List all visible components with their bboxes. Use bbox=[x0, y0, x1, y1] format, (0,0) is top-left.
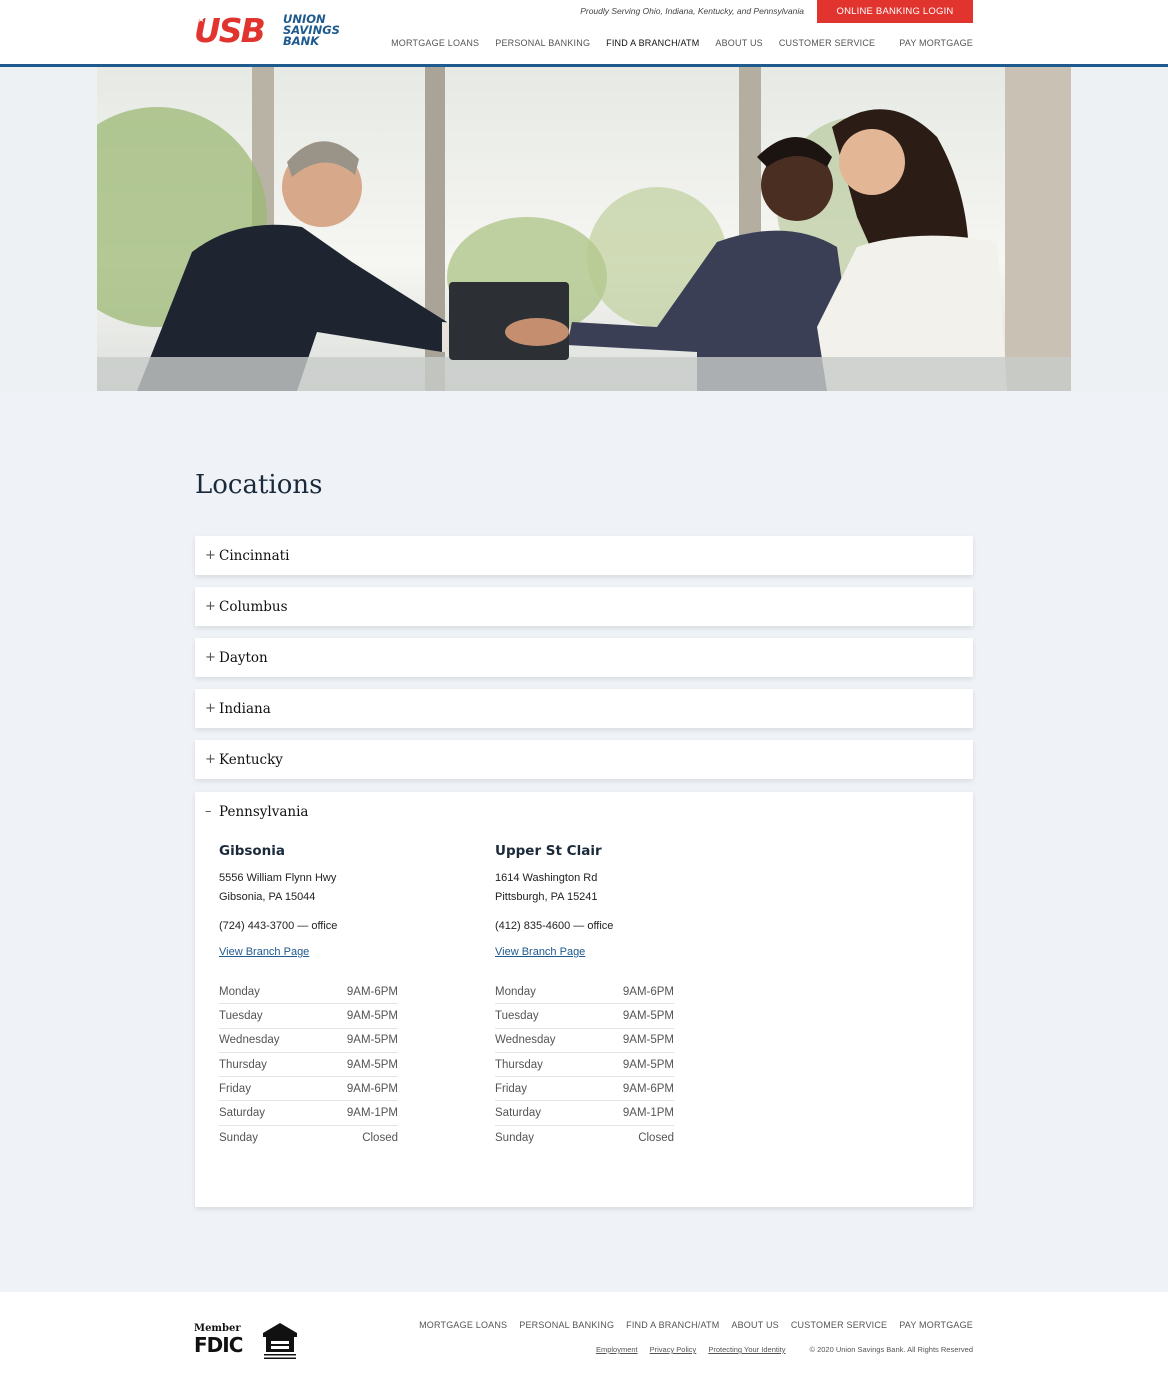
branch-address-line2: Pittsburgh, PA 15241 bbox=[495, 891, 598, 903]
hours-row: Saturday 9AM-1PM bbox=[219, 1101, 398, 1126]
plus-icon: + bbox=[205, 548, 216, 563]
accordion-cincinnati: + Cincinnati bbox=[195, 536, 973, 575]
hours-row: Friday 9AM-6PM bbox=[219, 1077, 398, 1102]
footer-nav-find-branch-atm[interactable]: FIND A BRANCH/ATM bbox=[626, 1320, 719, 1330]
accordion-header-columbus[interactable]: + Columbus bbox=[195, 587, 973, 626]
accordion-header-dayton[interactable]: + Dayton bbox=[195, 638, 973, 677]
hours-row: Wednesday 9AM-5PM bbox=[495, 1029, 674, 1053]
nav-customer-service[interactable]: CUSTOMER SERVICE bbox=[779, 38, 875, 48]
accordion-columbus: + Columbus bbox=[195, 587, 973, 626]
accordion-header-kentucky[interactable]: + Kentucky bbox=[195, 740, 973, 779]
fdic-logo: Member FDIC bbox=[194, 1323, 243, 1357]
branch-gibsonia: Gibsonia 5556 William Flynn Hwy Gibsonia… bbox=[219, 843, 398, 1150]
footer-nav-about-us[interactable]: ABOUT US bbox=[731, 1320, 778, 1330]
footer-nav-personal-banking[interactable]: PERSONAL BANKING bbox=[519, 1320, 614, 1330]
footer-nav: MORTGAGE LOANS PERSONAL BANKING FIND A B… bbox=[407, 1320, 973, 1330]
hours-row: Sunday Closed bbox=[219, 1131, 398, 1144]
hero-image bbox=[97, 67, 1071, 391]
footer-nav-pay-mortgage[interactable]: PAY MORTGAGE bbox=[899, 1320, 973, 1330]
accordion-dayton: + Dayton bbox=[195, 638, 973, 677]
footer-nav-customer-service[interactable]: CUSTOMER SERVICE bbox=[791, 1320, 887, 1330]
branch-phone: (724) 443-3700 — office bbox=[219, 920, 338, 932]
branch-name: Gibsonia bbox=[219, 843, 286, 859]
plus-icon: + bbox=[205, 599, 216, 614]
hours-row: Saturday 9AM-1PM bbox=[495, 1101, 674, 1126]
site-header: USB ★ UNION SAVINGS BANK Proudly Serving… bbox=[0, 0, 1168, 64]
employment-link[interactable]: Employment bbox=[596, 1345, 638, 1354]
hours-row: Thursday 9AM-5PM bbox=[219, 1053, 398, 1078]
hours-row: Tuesday 9AM-5PM bbox=[495, 1004, 674, 1029]
site-footer: Member FDIC MORTGAGE LOANS PERSONAL BANK… bbox=[0, 1292, 1168, 1382]
view-branch-page-link[interactable]: View Branch Page bbox=[219, 946, 398, 958]
branch-address-line1: 1614 Washington Rd bbox=[495, 872, 598, 884]
accordion-indiana: + Indiana bbox=[195, 689, 973, 728]
accordion-header-pennsylvania[interactable]: – Pennsylvania bbox=[195, 792, 973, 831]
online-banking-login-button[interactable]: ONLINE BANKING LOGIN bbox=[817, 0, 973, 23]
service-area-tagline: Proudly Serving Ohio, Indiana, Kentucky,… bbox=[580, 6, 804, 16]
hours-row: Sunday Closed bbox=[495, 1131, 674, 1144]
hours-row: Tuesday 9AM-5PM bbox=[219, 1004, 398, 1029]
usb-logo[interactable]: USB ★ UNION SAVINGS BANK bbox=[194, 13, 344, 49]
accordion-header-indiana[interactable]: + Indiana bbox=[195, 689, 973, 728]
hours-row: Monday 9AM-6PM bbox=[219, 980, 398, 1005]
nav-personal-banking[interactable]: PERSONAL BANKING bbox=[495, 38, 590, 48]
branch-name: Upper St Clair bbox=[495, 843, 602, 859]
accordion-label: Pennsylvania bbox=[219, 803, 309, 820]
footer-legal-links: Employment Privacy Policy Protecting You… bbox=[584, 1345, 973, 1354]
nav-pay-mortgage[interactable]: PAY MORTGAGE bbox=[899, 38, 973, 48]
accordion-pennsylvania: – Pennsylvania Gibsonia 5556 William Fly… bbox=[195, 792, 973, 1207]
nav-mortgage-loans[interactable]: MORTGAGE LOANS bbox=[391, 38, 479, 48]
logo-wordmark: UNION SAVINGS BANK bbox=[283, 12, 340, 48]
copyright-text: © 2020 Union Savings Bank. All Rights Re… bbox=[809, 1345, 973, 1354]
accordion-label: Kentucky bbox=[219, 751, 283, 768]
main-nav: MORTGAGE LOANS PERSONAL BANKING FIND A B… bbox=[375, 38, 973, 48]
accordion-kentucky: + Kentucky bbox=[195, 740, 973, 779]
plus-icon: + bbox=[205, 701, 216, 716]
hours-row: Wednesday 9AM-5PM bbox=[219, 1029, 398, 1053]
footer-nav-mortgage-loans[interactable]: MORTGAGE LOANS bbox=[419, 1320, 507, 1330]
accordion-label: Cincinnati bbox=[219, 547, 290, 564]
hours-row: Monday 9AM-6PM bbox=[495, 980, 674, 1005]
accordion-label: Columbus bbox=[219, 598, 288, 615]
page-title: Locations bbox=[195, 470, 323, 500]
branch-address-line2: Gibsonia, PA 15044 bbox=[219, 891, 316, 903]
hours-row: Friday 9AM-6PM bbox=[495, 1077, 674, 1102]
branch-phone: (412) 835-4600 — office bbox=[495, 920, 614, 932]
star-icon: ★ bbox=[197, 14, 206, 24]
nav-about-us[interactable]: ABOUT US bbox=[715, 38, 762, 48]
nav-find-branch-atm[interactable]: FIND A BRANCH/ATM bbox=[606, 38, 699, 48]
accordion-header-cincinnati[interactable]: + Cincinnati bbox=[195, 536, 973, 575]
privacy-policy-link[interactable]: Privacy Policy bbox=[650, 1345, 697, 1354]
branch-hours: Monday 9AM-6PM Tuesday 9AM-5PM Wednesday 9A… bbox=[495, 980, 674, 1150]
handshake-photo bbox=[97, 67, 1071, 391]
accordion-label: Dayton bbox=[219, 649, 268, 666]
branch-address-line1: 5556 William Flynn Hwy bbox=[219, 872, 337, 884]
equal-housing-lender-icon bbox=[261, 1321, 299, 1361]
plus-icon: + bbox=[205, 752, 216, 767]
protecting-identity-link[interactable]: Protecting Your Identity bbox=[708, 1345, 785, 1354]
hours-row: Thursday 9AM-5PM bbox=[495, 1053, 674, 1078]
view-branch-page-link[interactable]: View Branch Page bbox=[495, 946, 674, 958]
minus-icon: – bbox=[205, 804, 212, 819]
plus-icon: + bbox=[205, 650, 216, 665]
accordion-label: Indiana bbox=[219, 700, 271, 717]
branch-upper-st-clair: Upper St Clair 1614 Washington Rd Pittsb… bbox=[495, 843, 674, 1150]
branch-hours: Monday 9AM-6PM Tuesday 9AM-5PM Wednesday 9A… bbox=[219, 980, 398, 1150]
